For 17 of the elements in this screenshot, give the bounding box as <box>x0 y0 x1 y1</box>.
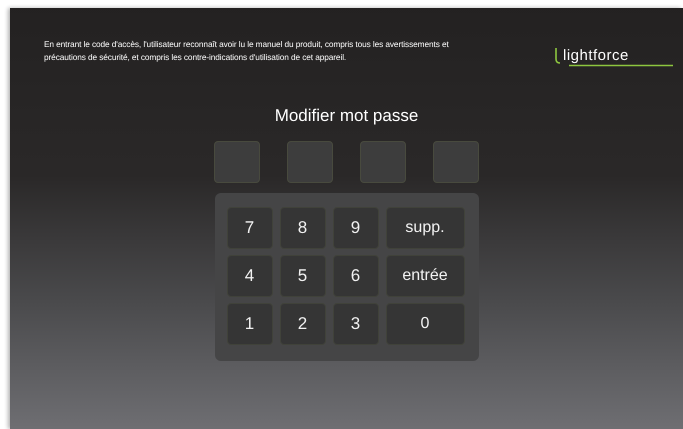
digit-key[interactable]: 2 <box>280 303 326 345</box>
digit-key[interactable]: 9 <box>332 207 378 249</box>
digit-key[interactable]: 8 <box>280 207 326 249</box>
digit-key[interactable]: 6 <box>332 255 378 297</box>
logo-hook-icon <box>555 48 561 64</box>
logo-text: lightforce <box>563 48 629 64</box>
keypad-key[interactable]: 0 <box>386 303 464 345</box>
keypad-key[interactable]: supp. <box>386 207 464 249</box>
disclaimer-text: En entrant le code d'accès, l'utilisateur reconnaît avoir lu le manuel du produit, compris tous les avertissements et précautions de sécurité, et compris les contre-indications d'utilisation de cet appareil. <box>44 38 449 64</box>
keypad-key[interactable]: entrée <box>386 255 464 297</box>
logo-underline-icon <box>569 64 673 67</box>
digit-key[interactable]: 4 <box>226 255 272 297</box>
digit-key[interactable]: 7 <box>226 207 272 249</box>
screen-title: Modifier mot passe <box>274 105 418 127</box>
digit-key[interactable]: 3 <box>332 303 378 345</box>
digit-key[interactable]: 5 <box>280 255 326 297</box>
digit-key[interactable]: 1 <box>226 303 272 345</box>
